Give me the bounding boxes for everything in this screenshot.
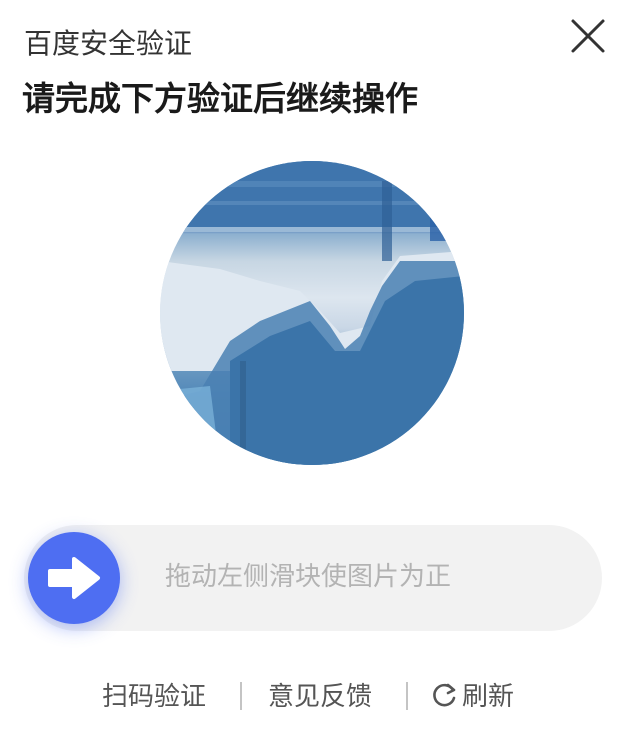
- slider-hint-text: 拖动左侧滑块使图片为正: [165, 562, 452, 592]
- refresh-label: 刷新: [462, 682, 515, 712]
- scan-verify-link[interactable]: 扫码验证: [102, 678, 206, 716]
- close-icon: [571, 19, 605, 53]
- slider-handle[interactable]: [28, 532, 120, 624]
- header-subtitle: 百度安全验证: [24, 27, 193, 60]
- page-title: 请完成下方验证后继续操作: [22, 79, 418, 118]
- captcha-rotate-image: [160, 161, 464, 465]
- refresh-link[interactable]: 刷新: [432, 678, 514, 716]
- footer-divider: [240, 682, 242, 710]
- footer-divider: [406, 682, 408, 710]
- captcha-image-graphic: [160, 161, 464, 465]
- arrow-right-icon: [48, 557, 100, 599]
- feedback-link[interactable]: 意见反馈: [268, 678, 372, 716]
- close-button[interactable]: [566, 14, 610, 58]
- footer-links: 扫码验证 意见反馈 刷新: [0, 672, 624, 722]
- refresh-icon: [433, 683, 456, 707]
